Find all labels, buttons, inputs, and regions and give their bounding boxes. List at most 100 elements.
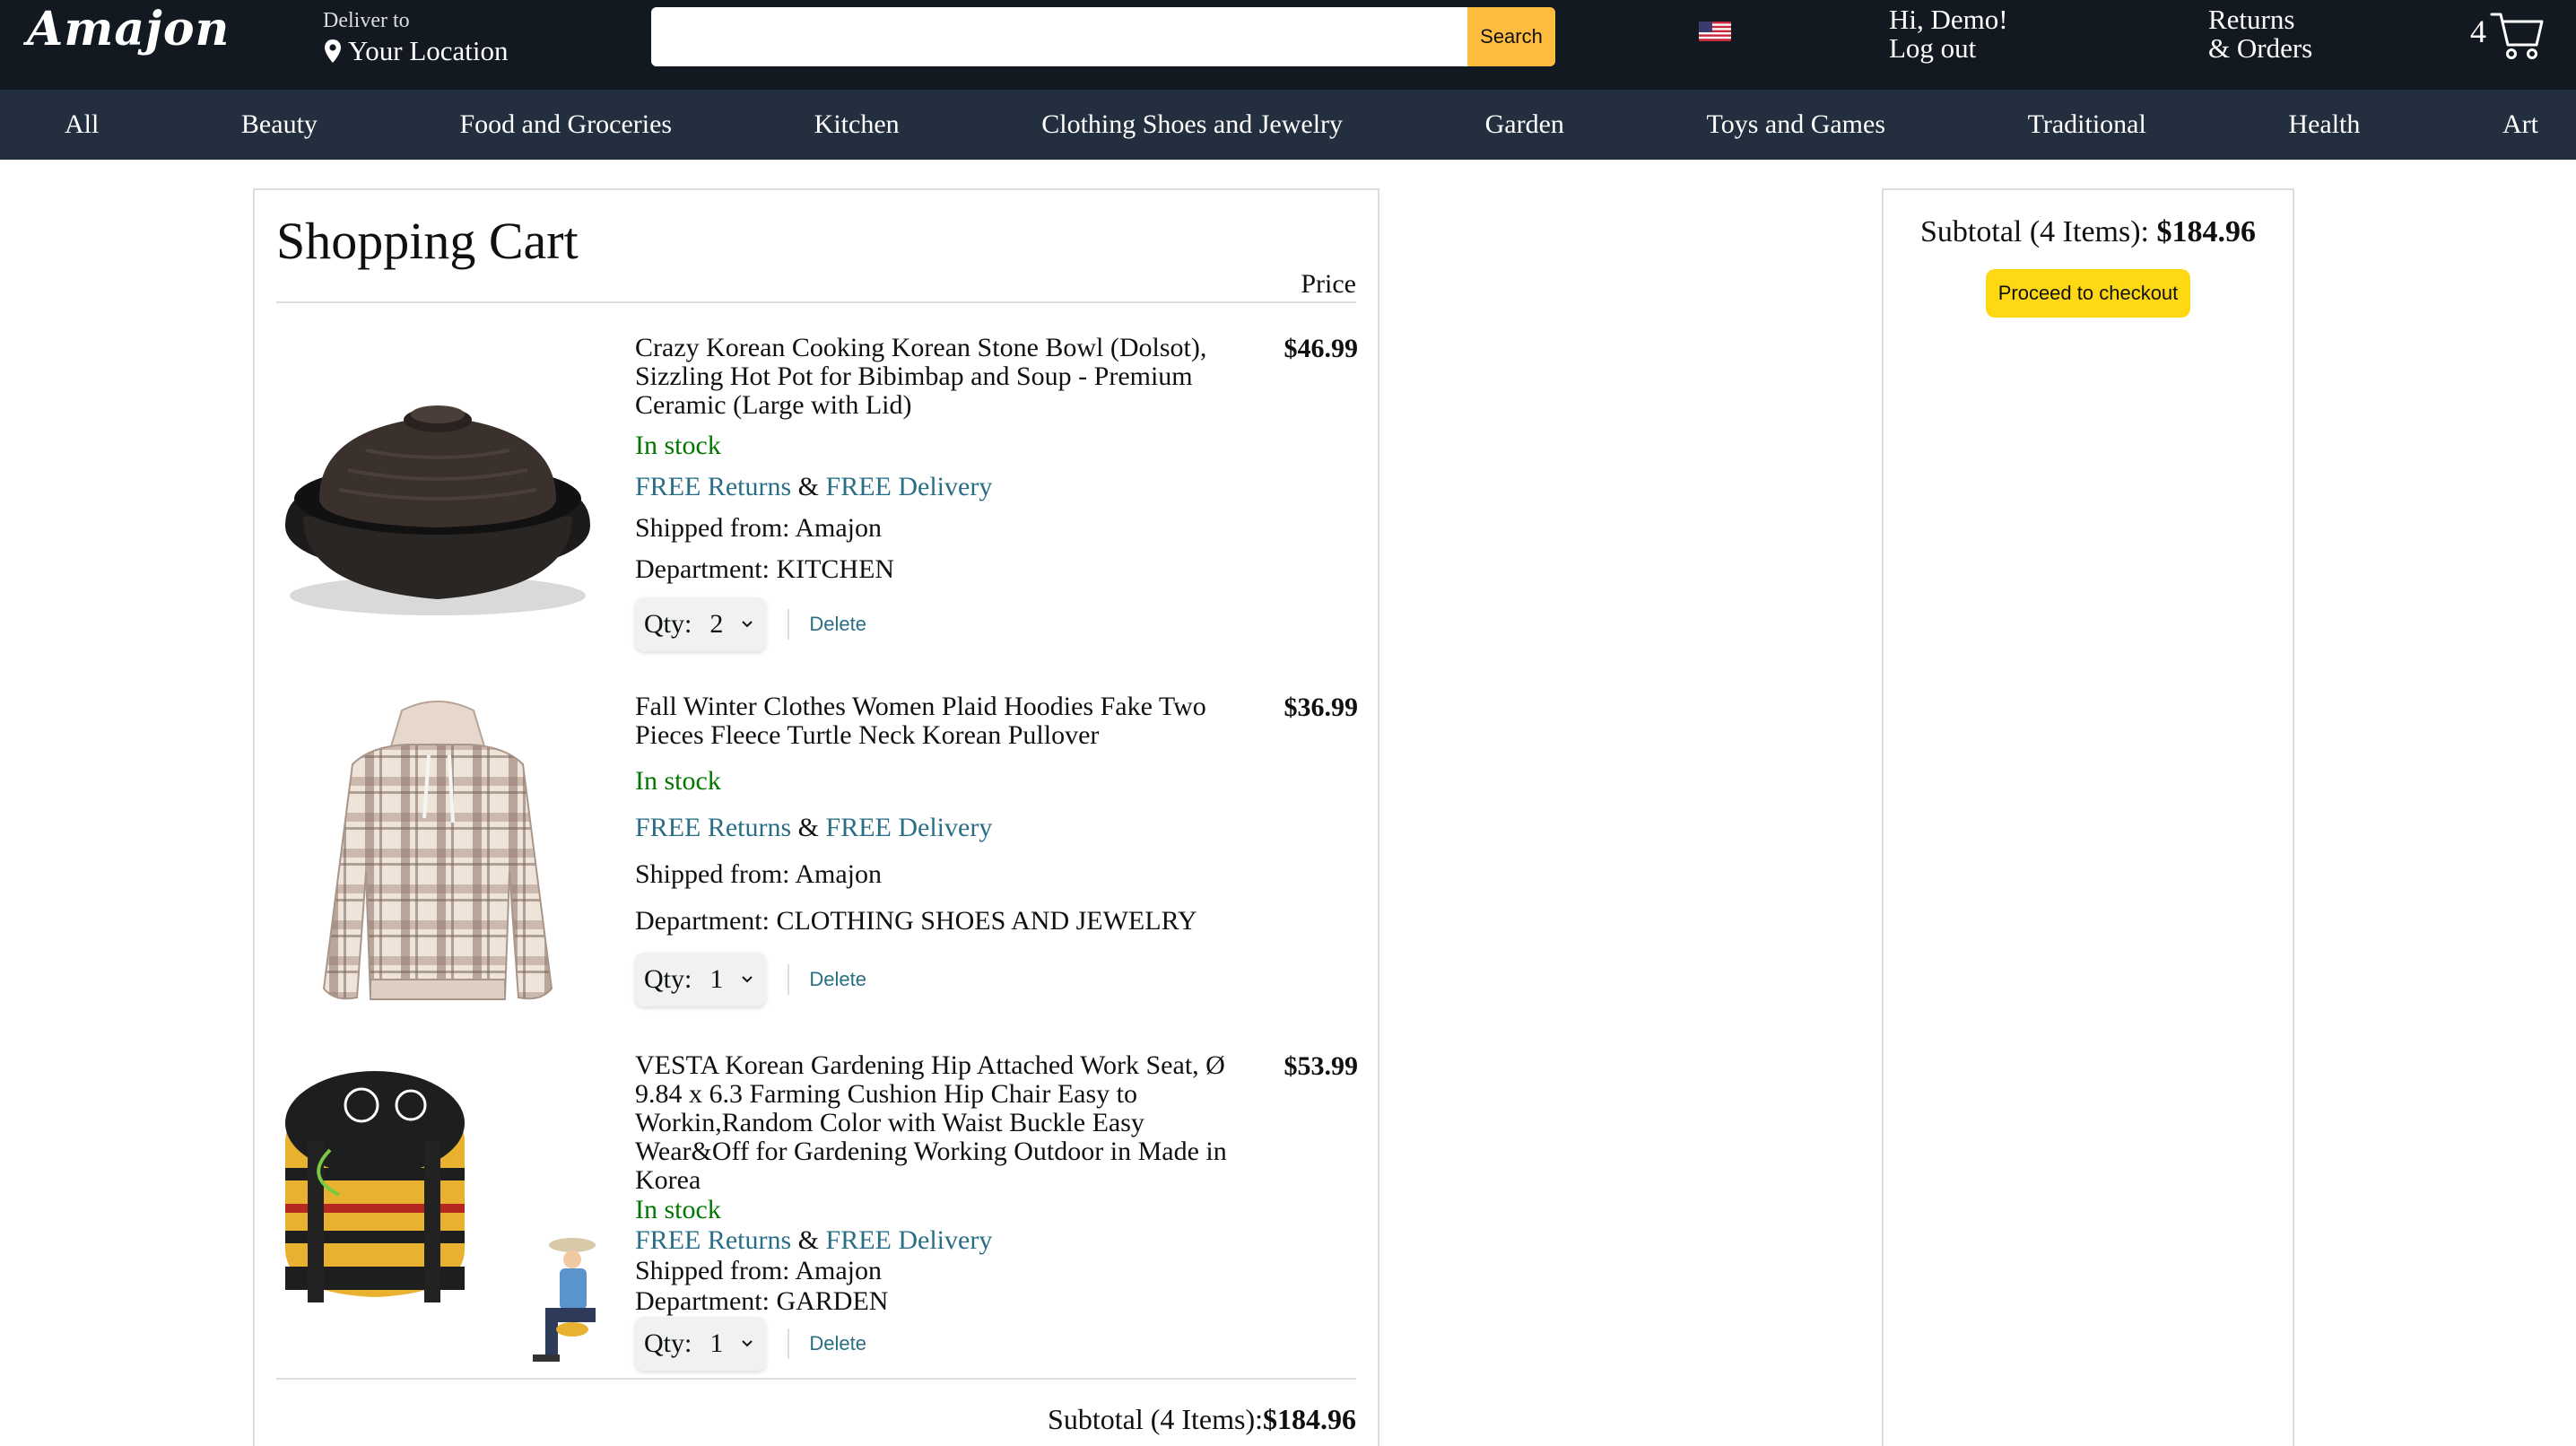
- divider: [788, 609, 790, 640]
- free-returns-link[interactable]: FREE Returns: [635, 1225, 791, 1255]
- nav-item-toys-and-games[interactable]: Toys and Games: [1706, 109, 1885, 140]
- stock-status: In stock: [635, 1195, 721, 1224]
- cart-button[interactable]: 4: [2470, 7, 2544, 63]
- item-price: $36.99: [1284, 693, 1359, 722]
- order-summary-box: Subtotal (4 Items): $184.96 Proceed to c…: [1882, 188, 2294, 1446]
- free-returns-delivery: FREE Returns & FREE Delivery: [635, 813, 1358, 843]
- returns-orders-link[interactable]: Returns & Orders: [2208, 5, 2312, 63]
- quantity-dropdown[interactable]: Qty: 1: [635, 1317, 767, 1371]
- shipped-from: Shipped from: Amajon: [635, 513, 882, 543]
- shipped-from: Shipped from: Amajon: [635, 1256, 882, 1285]
- department: Department: GARDEN: [635, 1286, 889, 1316]
- account-menu[interactable]: Hi, Demo! Log out: [1889, 5, 2008, 63]
- footer-divider: [276, 1378, 1356, 1380]
- us-flag-icon[interactable]: [1699, 22, 1731, 41]
- nav-item-health[interactable]: Health: [2288, 109, 2360, 140]
- page-title: Shopping Cart: [276, 212, 579, 270]
- nav-item-art[interactable]: Art: [2502, 109, 2538, 140]
- free-delivery-link[interactable]: FREE Delivery: [826, 472, 993, 501]
- search-bar: Search: [651, 7, 1555, 66]
- stock-status: In stock: [635, 766, 721, 796]
- nav-item-food-and-groceries[interactable]: Food and Groceries: [459, 109, 672, 140]
- shipped-from: Shipped from: Amajon: [635, 859, 882, 889]
- cart-item: Crazy Korean Cooking Korean Stone Bowl (…: [276, 334, 1358, 675]
- greeting-text: Hi, Demo!: [1889, 4, 2008, 35]
- deliver-to-location[interactable]: Deliver to Your Location: [323, 9, 509, 67]
- department: Department: KITCHEN: [635, 554, 895, 584]
- hip-seat-image[interactable]: [276, 1051, 599, 1374]
- plaid-hoodie-image[interactable]: [317, 693, 559, 1015]
- nav-item-all[interactable]: All: [65, 109, 99, 140]
- deliver-location-row: Your Location: [323, 35, 509, 67]
- proceed-to-checkout-button[interactable]: Proceed to checkout: [1985, 269, 2191, 318]
- delete-button[interactable]: Delete: [809, 613, 866, 636]
- item-title[interactable]: Crazy Korean Cooking Korean Stone Bowl (…: [635, 334, 1254, 420]
- deliver-location-text: Your Location: [348, 35, 509, 66]
- price-column-header: Price: [1301, 269, 1356, 299]
- item-title[interactable]: Fall Winter Clothes Women Plaid Hoodies …: [635, 693, 1254, 750]
- cart-item: VESTA Korean Gardening Hip Attached Work…: [276, 1051, 1358, 1392]
- nav-item-traditional[interactable]: Traditional: [2028, 109, 2146, 140]
- search-button[interactable]: Search: [1467, 7, 1555, 66]
- location-pin-icon: [325, 39, 341, 63]
- free-delivery-link[interactable]: FREE Delivery: [826, 1225, 993, 1255]
- item-details: Crazy Korean Cooking Korean Stone Bowl (…: [635, 334, 1358, 651]
- stone-bowl-image[interactable]: [276, 364, 599, 633]
- free-returns-link[interactable]: FREE Returns: [635, 472, 791, 501]
- chevron-down-icon: [742, 621, 753, 628]
- free-returns-delivery: FREE Returns & FREE Delivery: [635, 472, 1358, 502]
- shopping-cart-panel: Shopping Cart Price Crazy Korean Cooking…: [253, 188, 1379, 1446]
- delete-button[interactable]: Delete: [809, 968, 866, 991]
- logout-link[interactable]: Log out: [1889, 34, 2008, 63]
- qty-value: 1: [709, 964, 724, 994]
- nav-item-kitchen[interactable]: Kitchen: [814, 109, 900, 140]
- item-price: $46.99: [1284, 334, 1359, 363]
- nav-item-beauty[interactable]: Beauty: [241, 109, 318, 140]
- cart-bottom-subtotal: Subtotal (4 Items):$184.96: [1048, 1403, 1356, 1436]
- department: Department: CLOTHING SHOES AND JEWELRY: [635, 906, 1197, 936]
- cart-count: 4: [2470, 13, 2486, 49]
- ampersand: &: [797, 472, 820, 501]
- qty-label: Qty:: [644, 1328, 692, 1358]
- bottom-subtotal-label: Subtotal (4 Items):: [1048, 1403, 1263, 1435]
- divider: [788, 1328, 790, 1359]
- summary-subtotal: Subtotal (4 Items): $184.96: [1884, 215, 2293, 249]
- chevron-down-icon: [742, 1340, 753, 1347]
- quantity-dropdown[interactable]: Qty: 1: [635, 953, 767, 1006]
- summary-subtotal-label: Subtotal (4 Items):: [1920, 215, 2149, 248]
- top-header: Amajon Deliver to Your Location Search H…: [0, 0, 2576, 90]
- qty-label: Qty:: [644, 609, 692, 639]
- cart-item: Fall Winter Clothes Women Plaid Hoodies …: [276, 693, 1358, 1033]
- delete-button[interactable]: Delete: [809, 1332, 866, 1355]
- returns-line2: & Orders: [2208, 32, 2313, 64]
- qty-label: Qty:: [644, 964, 692, 994]
- returns-line1: Returns: [2208, 4, 2295, 35]
- chevron-down-icon: [742, 976, 753, 983]
- bottom-subtotal-value: $184.96: [1263, 1403, 1356, 1435]
- qty-value: 1: [709, 1328, 724, 1358]
- free-returns-delivery: FREE Returns & FREE Delivery: [635, 1225, 1358, 1256]
- qty-value: 2: [709, 609, 724, 639]
- ampersand: &: [797, 813, 820, 842]
- nav-item-clothing-shoes-jewelry[interactable]: Clothing Shoes and Jewelry: [1041, 109, 1343, 140]
- free-returns-link[interactable]: FREE Returns: [635, 813, 791, 842]
- quantity-dropdown[interactable]: Qty: 2: [635, 597, 767, 651]
- header-divider: [276, 301, 1356, 303]
- item-title[interactable]: VESTA Korean Gardening Hip Attached Work…: [635, 1051, 1254, 1195]
- summary-subtotal-value: $184.96: [2156, 215, 2256, 248]
- search-input[interactable]: [651, 7, 1467, 66]
- divider: [788, 964, 790, 995]
- qty-row: Qty: 1 Delete: [635, 1317, 1358, 1371]
- item-details: VESTA Korean Gardening Hip Attached Work…: [635, 1051, 1358, 1371]
- free-delivery-link[interactable]: FREE Delivery: [826, 813, 993, 842]
- shopping-cart-icon: [2490, 13, 2544, 59]
- amajon-logo[interactable]: Amajon: [27, 2, 230, 57]
- stock-status: In stock: [635, 431, 721, 460]
- deliver-to-label: Deliver to: [323, 9, 410, 32]
- nav-item-garden[interactable]: Garden: [1485, 109, 1564, 140]
- ampersand: &: [797, 1225, 820, 1255]
- qty-row: Qty: 1 Delete: [635, 953, 1358, 1006]
- qty-row: Qty: 2 Delete: [635, 597, 1358, 651]
- item-details: Fall Winter Clothes Women Plaid Hoodies …: [635, 693, 1358, 1006]
- item-price: $53.99: [1284, 1051, 1359, 1081]
